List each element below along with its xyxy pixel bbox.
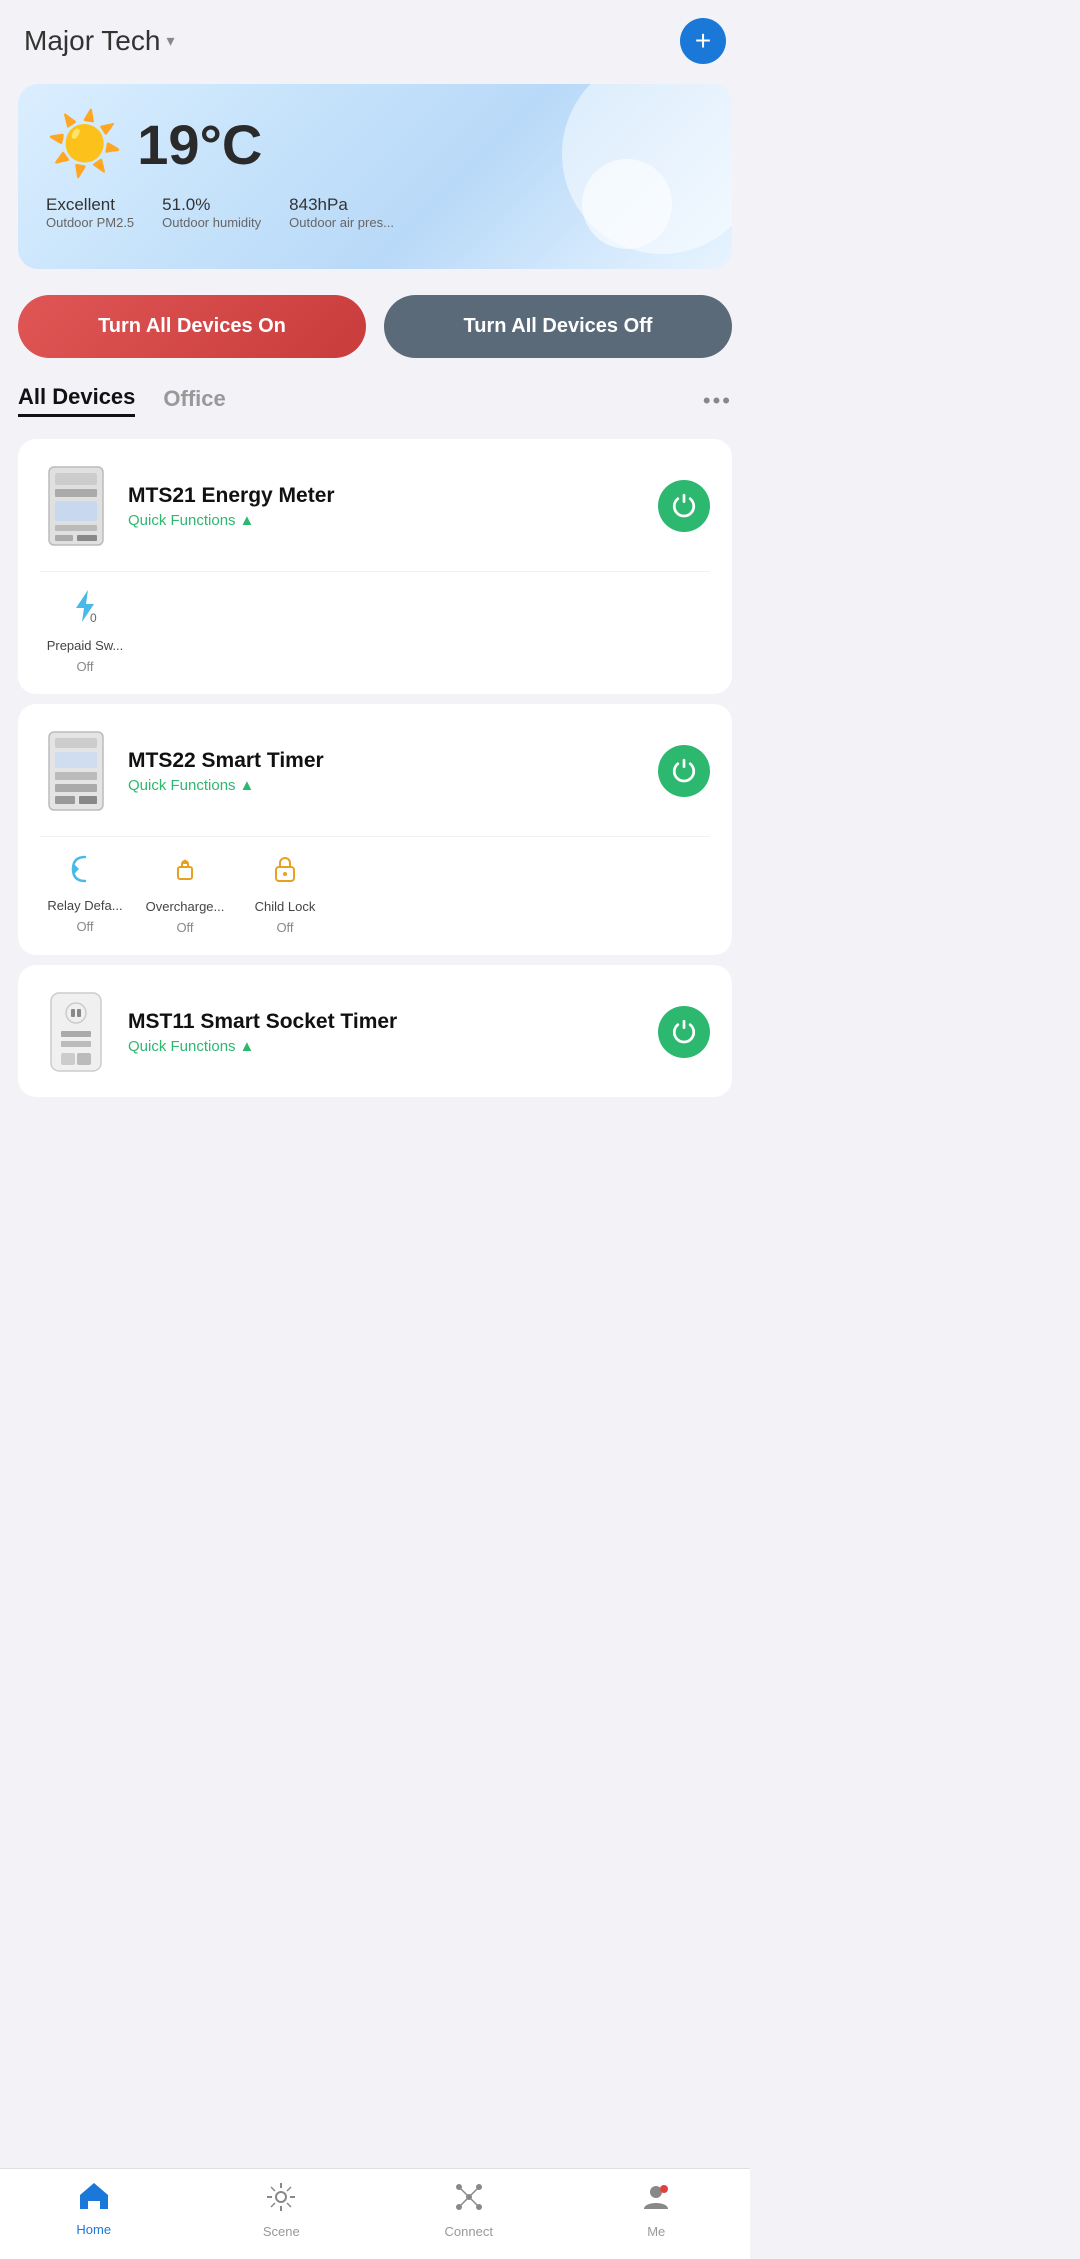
device-tabs: All Devices Office ••• <box>0 376 750 429</box>
device-info-mts21: MTS21 Energy Meter Quick Functions ▲ <box>128 484 642 529</box>
nav-home[interactable]: Home <box>54 2181 134 2239</box>
device-functions-mts22: Relay Defa... Off Overcharge... Off Chil… <box>40 836 710 935</box>
chevron-up-icon: ▲ <box>240 1038 255 1055</box>
turn-all-on-button[interactable]: Turn All Devices On <box>18 295 366 358</box>
pressure-stat: 843hPa Outdoor air pres... <box>289 195 394 230</box>
home-icon <box>78 2181 110 2218</box>
function-prepaid-sw: 0 Prepaid Sw... Off <box>40 588 130 674</box>
device-name-mts21: MTS21 Energy Meter <box>128 484 642 508</box>
prepaid-sw-value: Off <box>76 659 93 674</box>
home-selector[interactable]: Major Tech ▾ <box>24 25 174 57</box>
chevron-down-icon: ▾ <box>166 31 174 51</box>
nav-me[interactable]: Me <box>616 2181 696 2239</box>
function-relay-default: Relay Defa... Off <box>40 853 130 935</box>
power-button-mts21[interactable] <box>658 480 710 532</box>
humidity-value: 51.0% <box>162 195 261 215</box>
humidity-label: Outdoor humidity <box>162 215 261 230</box>
chevron-up-icon: ▲ <box>240 777 255 794</box>
mst11-device-icon <box>47 991 105 1073</box>
mts22-device-icon <box>47 730 105 812</box>
lightning-icon: 0 <box>70 588 100 632</box>
relay-default-label: Relay Defa... <box>47 898 122 913</box>
pressure-value: 843hPa <box>289 195 394 215</box>
relay-default-value: Off <box>76 919 93 934</box>
quick-functions-mts22[interactable]: Quick Functions ▲ <box>128 777 642 794</box>
turn-all-off-button[interactable]: Turn AIl Devices Off <box>384 295 732 358</box>
mts21-device-icon <box>47 465 105 547</box>
tab-office[interactable]: Office <box>163 386 225 416</box>
device-info-mst11: MST11 Smart Socket Timer Quick Functions… <box>128 1010 642 1055</box>
overcharge-label: Overcharge... <box>146 899 225 914</box>
child-lock-icon <box>269 853 301 893</box>
device-image-mts21 <box>40 461 112 551</box>
device-card-mst11: MST11 Smart Socket Timer Quick Functions… <box>18 965 732 1097</box>
function-child-lock: Child Lock Off <box>240 853 330 935</box>
device-card-mts22: MTS22 Smart Timer Quick Functions ▲ Rela… <box>18 704 732 955</box>
power-button-mts22[interactable] <box>658 745 710 797</box>
nav-scene-label: Scene <box>263 2224 300 2239</box>
quick-functions-mst11[interactable]: Quick Functions ▲ <box>128 1038 642 1055</box>
svg-text:0: 0 <box>90 611 97 624</box>
pm25-value: Excellent <box>46 195 134 215</box>
humidity-stat: 51.0% Outdoor humidity <box>162 195 261 230</box>
device-card-mts21: MTS21 Energy Meter Quick Functions ▲ 0 P… <box>18 439 732 694</box>
chevron-up-icon: ▲ <box>240 512 255 529</box>
weather-card: ☀️ 19°C Excellent Outdoor PM2.5 51.0% Ou… <box>18 84 732 269</box>
relay-icon <box>69 853 101 892</box>
device-image-mts22 <box>40 726 112 816</box>
nav-me-label: Me <box>647 2224 665 2239</box>
overcharge-value: Off <box>176 920 193 935</box>
nav-connect[interactable]: Connect <box>429 2181 509 2239</box>
device-name-mst11: MST11 Smart Socket Timer <box>128 1010 642 1034</box>
pressure-label: Outdoor air pres... <box>289 215 394 230</box>
me-icon <box>640 2181 672 2220</box>
child-lock-value: Off <box>276 920 293 935</box>
prepaid-sw-label: Prepaid Sw... <box>47 638 124 653</box>
quick-functions-mts21[interactable]: Quick Functions ▲ <box>128 512 642 529</box>
device-info-mts22: MTS22 Smart Timer Quick Functions ▲ <box>128 749 642 794</box>
power-button-mst11[interactable] <box>658 1006 710 1058</box>
function-overcharge: Overcharge... Off <box>140 853 230 935</box>
device-controls: Turn All Devices On Turn AIl Devices Off <box>0 277 750 376</box>
scene-icon <box>265 2181 297 2220</box>
temperature-display: 19°C <box>137 112 262 177</box>
connect-icon <box>453 2181 485 2220</box>
nav-scene[interactable]: Scene <box>241 2181 321 2239</box>
app-header: Major Tech ▾ + <box>0 0 750 76</box>
more-options-icon[interactable]: ••• <box>703 388 732 414</box>
weather-icon: ☀️ <box>46 114 123 176</box>
child-lock-label: Child Lock <box>255 899 316 914</box>
device-name-mts22: MTS22 Smart Timer <box>128 749 642 773</box>
nav-home-label: Home <box>76 2222 111 2237</box>
device-functions-mts21: 0 Prepaid Sw... Off <box>40 571 710 674</box>
pm25-stat: Excellent Outdoor PM2.5 <box>46 195 134 230</box>
tab-all-devices[interactable]: All Devices <box>18 384 135 417</box>
nav-connect-label: Connect <box>445 2224 493 2239</box>
add-button[interactable]: + <box>680 18 726 64</box>
bottom-navigation: Home Scene Connect Me <box>0 2168 750 2259</box>
overcharge-icon <box>169 853 201 893</box>
pm25-label: Outdoor PM2.5 <box>46 215 134 230</box>
device-image-mst11 <box>40 987 112 1077</box>
home-title: Major Tech <box>24 25 160 57</box>
